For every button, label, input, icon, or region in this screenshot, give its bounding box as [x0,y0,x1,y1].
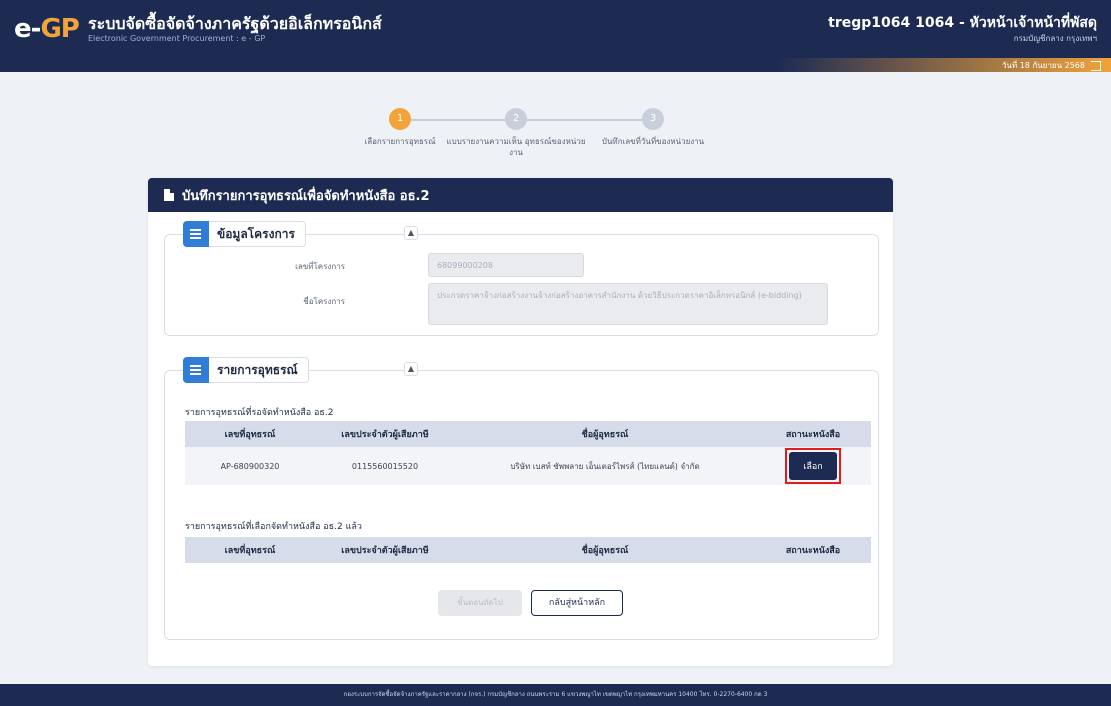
card-header: บันทึกรายการอุทธรณ์เพื่อจัดทำหนังสือ อธ.… [148,178,893,212]
done-appeals-table: เลขที่อุทธรณ์ เลขประจำตัวผู้เสียภาษี ชื่… [185,537,871,563]
appeal-tab-box: รายการอุทธรณ์ [183,357,309,383]
appeal-no-cell: AP-680900320 [185,447,315,485]
select-button[interactable]: เลือก [789,452,837,480]
status-cell: เลือก [755,447,871,485]
list-icon [183,357,209,383]
document-icon [164,189,174,201]
logo-gp: GP [40,14,79,44]
list-icon [183,221,209,247]
project-name-label: ชื่อโครงการ [303,297,345,306]
pending-appeals-heading: รายการอุทธรณ์ที่รอจัดทำหนังสือ อธ.2 [185,408,334,418]
step-3-label: บันทึกเลขที่วันที่ของหน่วยงาน [601,137,705,146]
step-1-circle: 1 [389,108,411,130]
col-appellant: ชื่อผู้อุทธรณ์ [455,421,755,447]
footer: กองระบบการจัดซื้อจัดจ้างภาครัฐและราคากลา… [0,684,1111,706]
step-2-label: แบบรายงานความเห็น อุทธรณ์ของหน่วยงาน [446,137,586,157]
step-2-circle: 2 [505,108,527,130]
appellant-cell: บริษัท เบสท์ ซัพพลาย เอ็นเตอร์ไพรส์ (ไทย… [455,447,755,485]
col-appeal-no: เลขที่อุทธรณ์ [185,421,315,447]
appeal-section-title: รายการอุทธรณ์ [217,362,298,377]
tax-id-cell: 0115560015520 [315,447,455,485]
col-appeal-no: เลขที่อุทธรณ์ [185,537,315,563]
project-no-field[interactable]: 68099000208 [428,253,584,277]
table-header-row: เลขที่อุทธรณ์ เลขประจำตัวผู้เสียภาษี ชื่… [185,421,871,447]
collapse-project-button[interactable]: ▲ [404,226,418,240]
table-row: AP-680900320 0115560015520 บริษัท เบสท์ … [185,447,871,485]
egp-logo[interactable]: e-GP [14,14,80,44]
pending-appeals-table: เลขที่อุทธรณ์ เลขประจำตัวผู้เสียภาษี ชื่… [185,421,871,485]
date-bar: วันที่ 18 กันยายน 2568 [1002,59,1101,72]
col-status: สถานะหนังสือ [755,537,871,563]
done-appeals-heading: รายการอุทธรณ์ที่เลือกจัดทำหนังสือ อธ.2 แ… [185,522,362,532]
project-info-title: ข้อมูลโครงการ [217,226,295,241]
step-2: 2 แบบรายงานความเห็น อุทธรณ์ของหน่วยงาน [446,108,586,158]
project-info-tab-box: ข้อมูลโครงการ [183,221,306,247]
project-info-section: ข้อมูลโครงการ ▲ เลขที่โครงการ 6809900020… [164,221,879,336]
collapse-appeal-button[interactable]: ▲ [404,362,418,376]
step-3: 3 บันทึกเลขที่วันที่ของหน่วยงาน [583,108,723,147]
highlight-box: เลือก [785,448,841,484]
project-name-field[interactable]: ประกวดราคาจ้างก่อสร้างงานจ้างก่อสร้างอาค… [428,283,828,325]
current-date: วันที่ 18 กันยายน 2568 [1001,61,1085,70]
card-title: บันทึกรายการอุทธรณ์เพื่อจัดทำหนังสือ อธ.… [182,188,430,204]
table-header-row: เลขที่อุทธรณ์ เลขประจำตัวผู้เสียภาษี ชื่… [185,537,871,563]
logout-icon[interactable] [1091,60,1101,71]
step-3-circle: 3 [642,108,664,130]
user-name[interactable]: tregp1064 1064 - หัวหน้าเจ้าหน้าที่พัสดุ [828,12,1097,34]
col-status: สถานะหนังสือ [755,421,871,447]
col-appellant: ชื่อผู้อุทธรณ์ [455,537,755,563]
back-to-main-button[interactable]: กลับสู่หน้าหลัก [531,590,623,616]
progress-stepper: 1 เลือกรายการอุทธรณ์ 2 แบบรายงานความเห็น… [330,108,780,168]
appeal-tab: รายการอุทธรณ์ ▲ [183,357,433,383]
next-step-button[interactable]: ขั้นตอนถัดไป [438,590,522,616]
main-card: บันทึกรายการอุทธรณ์เพื่อจัดทำหนังสือ อธ.… [148,178,893,666]
top-header: e-GP ระบบจัดซื้อจัดจ้างภาครัฐด้วยอิเล็กท… [0,0,1111,72]
col-tax-id: เลขประจำตัวผู้เสียภาษี [315,421,455,447]
logo-e: e- [14,14,41,44]
project-no-label: เลขที่โครงการ [295,262,345,271]
user-department: กรมบัญชีกลาง กรุงเทพฯ [1013,34,1097,43]
app-subtitle: Electronic Government Procurement : e - … [88,34,266,43]
project-info-tab: ข้อมูลโครงการ ▲ [183,221,433,247]
col-tax-id: เลขประจำตัวผู้เสียภาษี [315,537,455,563]
header-accent-bar [0,58,1111,72]
